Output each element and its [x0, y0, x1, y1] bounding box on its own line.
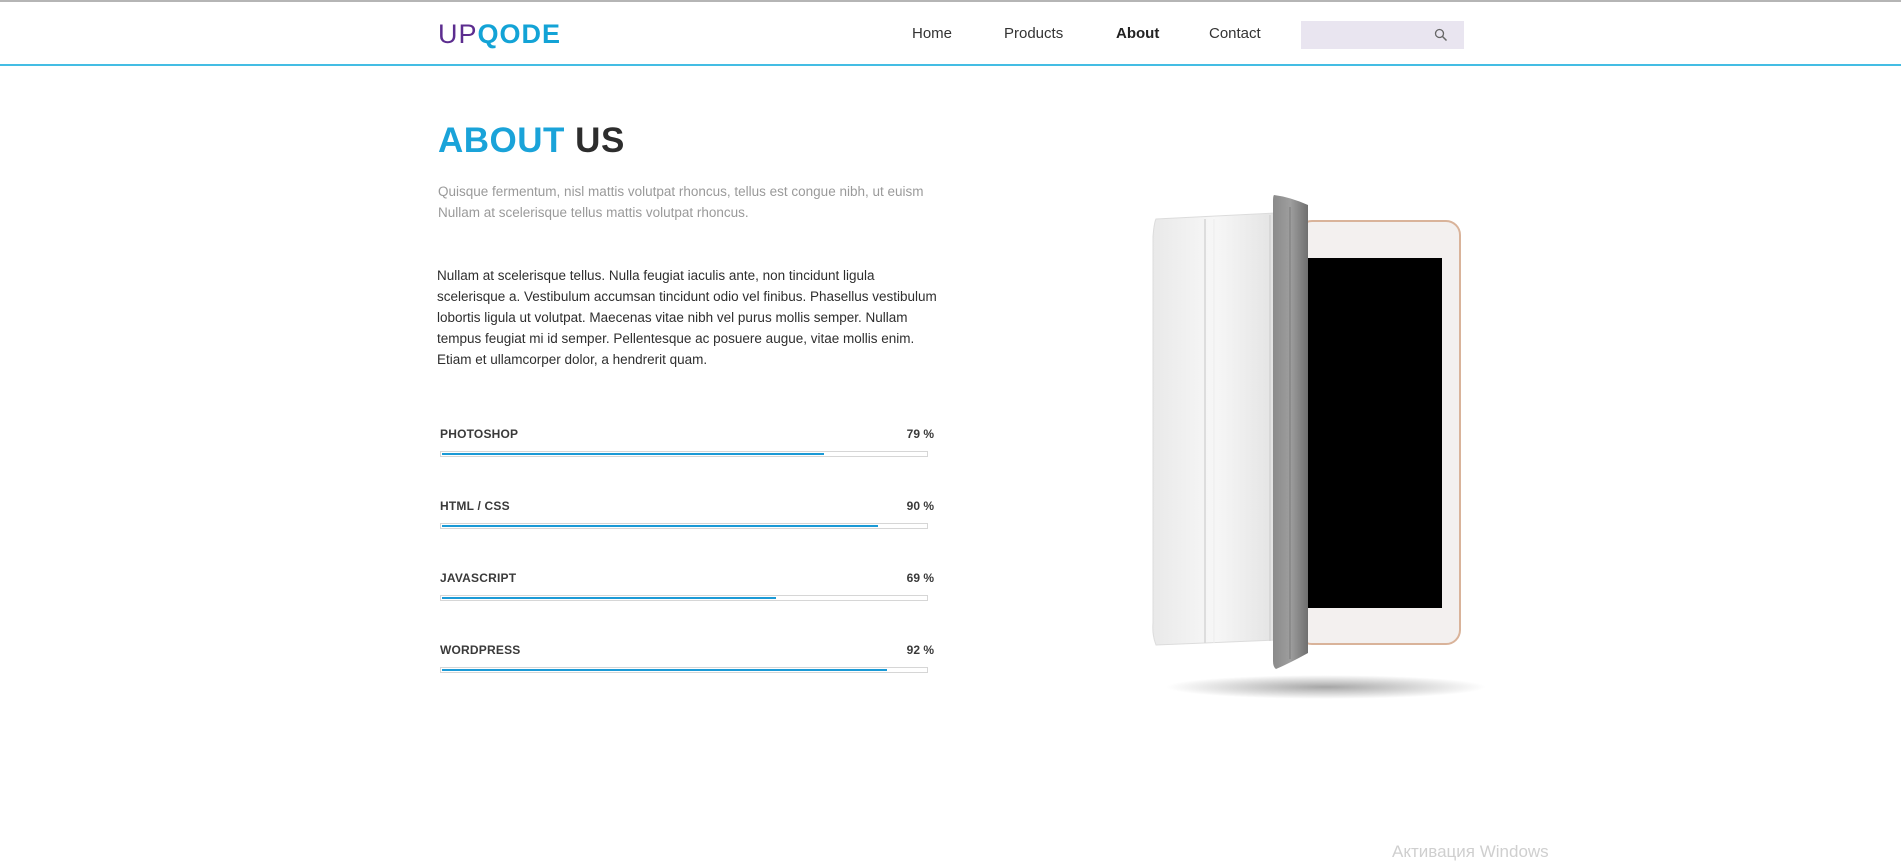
nav-products[interactable]: Products — [1004, 24, 1063, 44]
lead-text: Quisque fermentum, nisl mattis volutpat … — [438, 181, 958, 223]
search-box — [1301, 21, 1464, 49]
skill-percent: 79 % — [906, 427, 934, 441]
skill-percent: 90 % — [906, 499, 934, 513]
logo-up: UP — [438, 19, 478, 49]
skill-progress-fill — [442, 525, 878, 527]
skill-name: HTML / CSS — [440, 499, 510, 513]
skill-progress-fill — [442, 597, 776, 599]
lead-line-2: Nullam at scelerisque tellus mattis volu… — [438, 205, 749, 220]
site-header: UPQODE Home Products About Contact — [0, 2, 1901, 66]
body-line: Etiam et ullamcorper dolor, a hendrerit … — [437, 352, 708, 367]
nav-home[interactable]: Home — [912, 24, 952, 44]
skill-javascript: JAVASCRIPT 69 % — [440, 571, 934, 621]
skill-wordpress: WORDPRESS 92 % — [440, 643, 934, 693]
logo-qode: QODE — [477, 19, 562, 49]
search-input[interactable] — [1301, 21, 1437, 49]
body-line: lobortis ligula ut volutpat. Maecenas vi… — [437, 310, 908, 325]
title-about: ABOUT — [438, 121, 565, 160]
skill-html-css: HTML / CSS 90 % — [440, 499, 934, 549]
nav-contact[interactable]: Contact — [1209, 24, 1261, 44]
skill-name: PHOTOSHOP — [440, 427, 519, 441]
skill-percent: 69 % — [906, 571, 934, 585]
skill-progress-track — [440, 451, 928, 457]
body-line: Nullam at scelerisque tellus. Nulla feug… — [437, 268, 875, 283]
skill-progress-track — [440, 595, 928, 601]
skill-name: JAVASCRIPT — [440, 571, 517, 585]
nav-about[interactable]: About — [1116, 24, 1159, 44]
windows-activation-watermark: Активация Windows — [1392, 842, 1549, 861]
title-us: US — [575, 121, 625, 160]
body-line: tempus feugiat mi id semper. Pellentesqu… — [437, 331, 915, 346]
skill-name: WORDPRESS — [440, 643, 521, 657]
search-icon[interactable] — [1434, 28, 1448, 42]
skill-progress-track — [440, 523, 928, 529]
skill-progress-fill — [442, 669, 887, 671]
skill-photoshop: PHOTOSHOP 79 % — [440, 427, 934, 477]
logo[interactable]: UPQODE — [438, 19, 561, 49]
body-line: scelerisque a. Vestibulum accumsan tinci… — [437, 289, 937, 304]
skill-progress-fill — [442, 453, 824, 455]
body-text: Nullam at scelerisque tellus. Nulla feug… — [437, 265, 942, 370]
tablet-image — [1152, 195, 1486, 699]
page-title: ABOUT US — [438, 120, 625, 162]
skill-progress-track — [440, 667, 928, 673]
lead-line-1: Quisque fermentum, nisl mattis volutpat … — [438, 184, 924, 199]
skill-percent: 92 % — [906, 643, 934, 657]
